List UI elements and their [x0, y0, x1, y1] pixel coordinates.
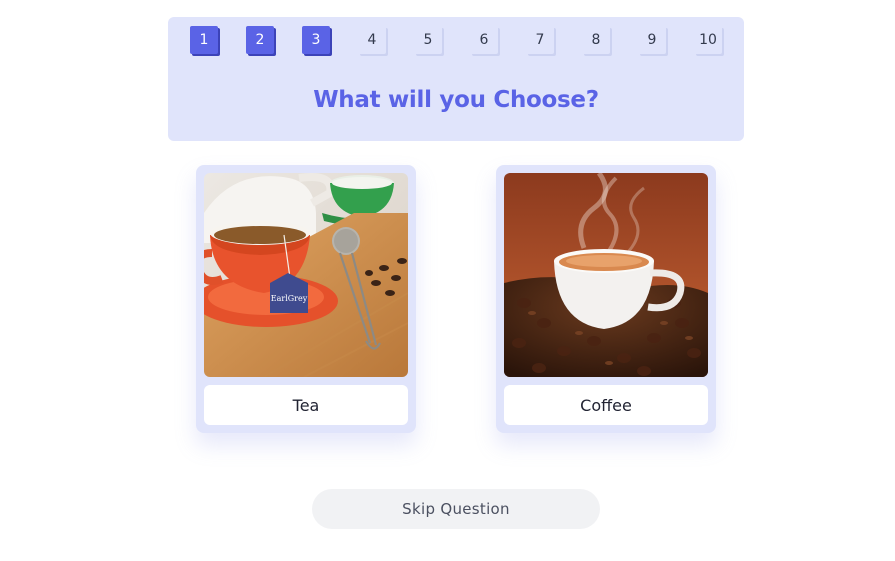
step-3[interactable]: 3	[302, 26, 330, 54]
tea-photo[interactable]: EarlGrey	[204, 173, 408, 377]
question-header: 1 2 3 4 5 6 7 8 9 10 What will you Choos…	[168, 17, 744, 141]
step-4[interactable]: 4	[358, 26, 386, 54]
step-5[interactable]: 5	[414, 26, 442, 54]
step-1[interactable]: 1	[190, 26, 218, 54]
step-7[interactable]: 7	[526, 26, 554, 54]
step-10[interactable]: 10	[694, 26, 722, 54]
step-8[interactable]: 8	[582, 26, 610, 54]
tea-tag-text: EarlGrey	[271, 294, 308, 303]
question-title: What will you Choose?	[313, 87, 599, 113]
option-label-coffee[interactable]: Coffee	[504, 385, 708, 425]
option-label-tea[interactable]: Tea	[204, 385, 408, 425]
skip-question-button[interactable]: Skip Question	[312, 489, 600, 529]
step-9[interactable]: 9	[638, 26, 666, 54]
progress-steps: 1 2 3 4 5 6 7 8 9 10	[190, 26, 722, 54]
step-2[interactable]: 2	[246, 26, 274, 54]
option-card-coffee[interactable]: Coffee	[496, 165, 716, 433]
option-card-tea[interactable]: EarlGrey Tea	[196, 165, 416, 433]
coffee-photo[interactable]	[504, 173, 708, 377]
step-6[interactable]: 6	[470, 26, 498, 54]
